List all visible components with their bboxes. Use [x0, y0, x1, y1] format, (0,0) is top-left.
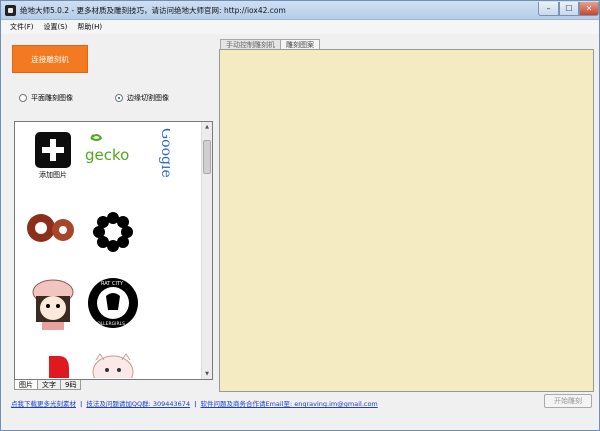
badge-bottom-text: ROLLERGIRLS	[94, 321, 125, 327]
canvas-tabs: 手动控制雕刻机 雕刻图案	[220, 39, 320, 49]
gallery-scrollbar[interactable]: ▲ ▼	[201, 122, 212, 379]
radio-circle[interactable]	[19, 94, 27, 102]
scroll-up-icon[interactable]: ▲	[202, 122, 212, 132]
google-logo-icon: Google	[158, 128, 170, 178]
scroll-down-icon[interactable]: ▼	[202, 369, 212, 379]
minimize-button[interactable]: –	[538, 2, 559, 16]
gallery-item-gears[interactable]	[23, 208, 83, 274]
tab-code[interactable]: 9码	[60, 380, 82, 390]
start-engrave-button[interactable]: 开始雕刻	[544, 394, 592, 408]
add-image-icon	[35, 132, 71, 168]
email-link[interactable]: 软件问题及商务合作请Email至: engraving.im@gmail.com	[200, 400, 377, 408]
engrave-canvas[interactable]	[219, 49, 594, 392]
image-gallery: 添加图片 gecko Google RAT CITY ROLLERGIRLS ▲…	[14, 121, 213, 380]
google-text: Google	[158, 128, 170, 178]
menu-bar: 文件(F) 设置(S) 帮助(H)	[1, 20, 599, 34]
radio-label: 边缘切割图像	[127, 94, 169, 102]
radio-edge-cut[interactable]: 边缘切割图像	[115, 93, 169, 103]
tab-manual-control[interactable]: 手动控制雕刻机	[220, 39, 281, 49]
app-icon	[5, 5, 16, 16]
title-bar[interactable]: 绝地大师5.0.2 - 更多材质及雕刻技巧，请访问绝地大师官网: http://…	[1, 1, 599, 20]
badge-top-text: RAT CITY	[101, 281, 124, 287]
add-image-label: 添加图片	[39, 171, 67, 179]
menu-help[interactable]: 帮助(H)	[77, 22, 102, 32]
download-materials-link[interactable]: 点我下载更多光刻素材	[11, 400, 76, 408]
add-image-tile[interactable]: 添加图片	[23, 132, 83, 198]
radio-circle-checked[interactable]	[115, 94, 123, 102]
menu-settings[interactable]: 设置(S)	[44, 22, 68, 32]
gallery-item-red-logo[interactable]	[25, 352, 85, 378]
gallery-tabs: 图片 文字 9码	[14, 380, 82, 390]
gallery-item-gecko[interactable]: gecko	[83, 130, 143, 196]
gallery-item-rat-city[interactable]: RAT CITY ROLLERGIRLS	[83, 276, 143, 342]
qq-group-link[interactable]: 技法及问题请加QQ群: 309443674	[86, 400, 190, 408]
scroll-thumb[interactable]	[203, 140, 211, 174]
minimize-icon: –	[546, 4, 551, 13]
gecko-logo-icon: gecko	[85, 134, 129, 164]
flower-icon	[93, 212, 133, 252]
tab-text[interactable]: 文字	[37, 380, 61, 390]
connect-engraver-button[interactable]: 连接雕刻机	[12, 45, 88, 73]
tab-engrave-pattern[interactable]: 雕刻图案	[280, 39, 320, 49]
close-button[interactable]: ✕	[579, 2, 599, 16]
separator: |	[194, 400, 197, 408]
maximize-icon: ☐	[565, 4, 573, 13]
gallery-item-girl-cartoon[interactable]	[23, 276, 83, 342]
radio-flat-engrave[interactable]: 平面雕刻图像	[19, 93, 73, 103]
window-title: 绝地大师5.0.2 - 更多材质及雕刻技巧，请访问绝地大师官网: http://…	[20, 6, 286, 15]
radio-label: 平面雕刻图像	[31, 94, 73, 102]
maximize-button[interactable]: ☐	[559, 2, 579, 16]
gears-icon	[27, 214, 74, 242]
gallery-item-google[interactable]: Google	[143, 126, 173, 192]
cartoon-girl-icon	[32, 279, 74, 330]
footer-links: 点我下载更多光刻素材 | 技法及问题请加QQ群: 309443674 | 软件问题及商务…	[11, 398, 378, 408]
rat-city-badge-icon: RAT CITY ROLLERGIRLS	[88, 278, 138, 328]
close-icon: ✕	[585, 4, 593, 13]
monster-icon	[92, 353, 134, 378]
tab-images[interactable]: 图片	[14, 380, 38, 390]
gecko-text: gecko	[85, 146, 129, 164]
app-window: 绝地大师5.0.2 - 更多材质及雕刻技巧，请访问绝地大师官网: http://…	[0, 0, 600, 431]
gallery-item-flower[interactable]	[83, 208, 143, 274]
red-logo-icon	[49, 356, 69, 378]
gallery-item-monster[interactable]	[83, 348, 143, 378]
separator: |	[80, 400, 83, 408]
menu-file[interactable]: 文件(F)	[10, 22, 34, 32]
